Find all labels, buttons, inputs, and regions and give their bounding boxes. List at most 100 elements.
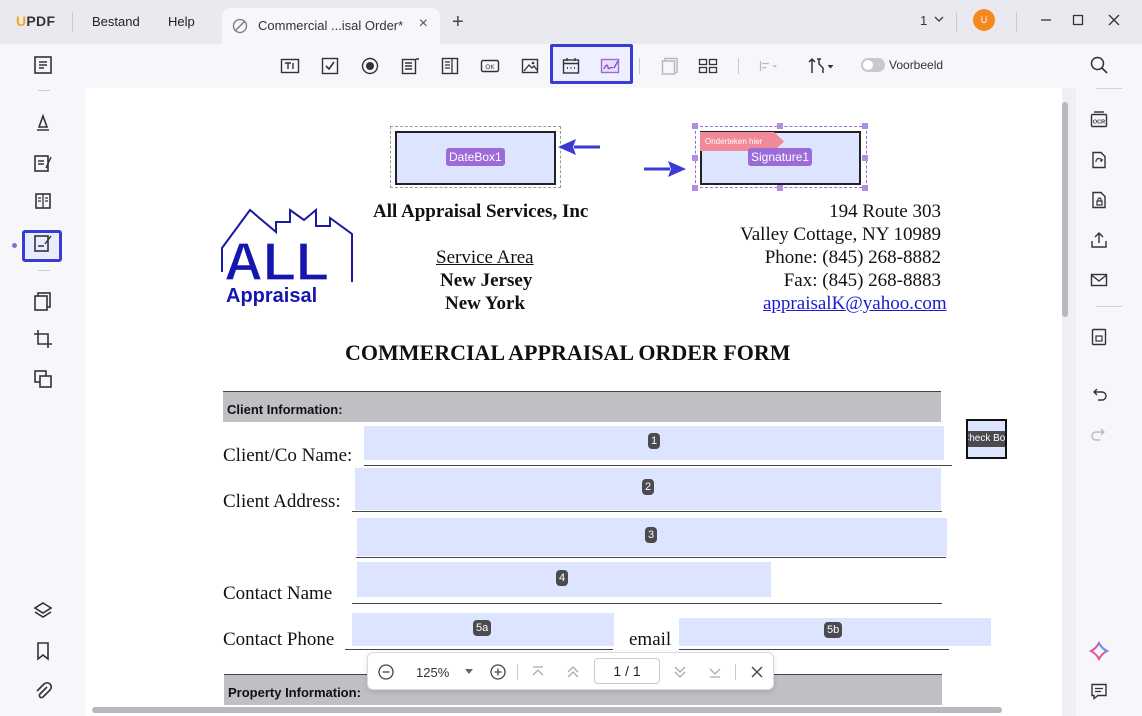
- maximize-icon[interactable]: [1070, 12, 1086, 28]
- avatar[interactable]: U: [973, 9, 995, 31]
- client-info-header: Client Information:: [223, 391, 941, 422]
- mail-icon[interactable]: [1089, 270, 1109, 290]
- document-tab[interactable]: Commercial ...isal Order* ×: [222, 8, 440, 44]
- new-tab-icon[interactable]: +: [452, 11, 464, 34]
- grid-icon[interactable]: [698, 56, 718, 76]
- field-number: 5a: [473, 620, 492, 636]
- menu-bestand[interactable]: Bestand: [92, 14, 140, 29]
- undo-icon[interactable]: [1089, 384, 1109, 404]
- organize-pages-icon[interactable]: [32, 290, 54, 312]
- checkbox-icon[interactable]: [320, 56, 340, 76]
- text-field-icon[interactable]: [280, 56, 300, 76]
- crop-icon[interactable]: [32, 328, 54, 350]
- next-page-icon[interactable]: [671, 663, 689, 681]
- underline: [352, 511, 942, 512]
- horizontal-scrollbar[interactable]: [92, 707, 1002, 713]
- underline: [364, 465, 952, 466]
- resize-handle[interactable]: [777, 123, 783, 129]
- underline: [352, 603, 942, 604]
- form-tools-icon[interactable]: [806, 56, 836, 76]
- fill-sign-icon[interactable]: [32, 232, 54, 254]
- convert-icon[interactable]: [32, 368, 54, 390]
- close-window-icon[interactable]: [1106, 12, 1122, 28]
- divider: [735, 664, 736, 680]
- radio-button-icon[interactable]: [360, 56, 380, 76]
- zoom-dropdown-icon[interactable]: [463, 664, 475, 678]
- right-tool-rail: OCR: [1076, 44, 1142, 716]
- ocr-icon[interactable]: OCR: [1089, 110, 1109, 130]
- zoom-level[interactable]: 125%: [416, 665, 449, 680]
- search-icon[interactable]: [1089, 55, 1109, 75]
- tab-close-icon[interactable]: ×: [419, 15, 428, 33]
- combo-box-icon[interactable]: [400, 56, 420, 76]
- company-name: All Appraisal Services, Inc: [373, 201, 589, 222]
- svg-text:ALL: ALL: [224, 232, 329, 292]
- contact-phone-label: Contact Phone: [223, 629, 335, 650]
- close-zoombar-icon[interactable]: [748, 663, 766, 681]
- menu-help[interactable]: Help: [168, 14, 195, 29]
- align-icon[interactable]: [758, 56, 778, 76]
- form-toolbar: OK Voorbeeld: [86, 44, 1076, 88]
- reader-icon[interactable]: [32, 54, 54, 76]
- vertical-scrollbar[interactable]: [1062, 102, 1068, 317]
- underline: [345, 649, 613, 650]
- resize-handle[interactable]: [692, 155, 698, 161]
- zoom-toolbar: 125% 1 / 1: [367, 652, 774, 690]
- page-indicator[interactable]: 1: [920, 13, 927, 28]
- title-bar: UPDF Bestand Help Commercial ...isal Ord…: [0, 0, 1142, 44]
- divider: [1096, 88, 1122, 89]
- bookmark-icon[interactable]: [32, 640, 54, 662]
- field-number: 1: [648, 433, 661, 449]
- checkbox-label: Check Box: [968, 431, 1005, 447]
- comments-panel-icon[interactable]: [1089, 681, 1109, 701]
- image-field-icon[interactable]: [520, 56, 540, 76]
- page-number-input[interactable]: 1 / 1: [594, 658, 660, 684]
- edit-pdf-icon[interactable]: [32, 152, 54, 174]
- form-title: COMMERCIAL APPRAISAL ORDER FORM: [345, 340, 791, 365]
- active-indicator: [12, 243, 17, 248]
- resize-handle[interactable]: [862, 155, 868, 161]
- convert-file-icon[interactable]: [1089, 150, 1109, 170]
- save-icon[interactable]: [1089, 327, 1109, 347]
- zoom-out-icon[interactable]: [377, 663, 395, 681]
- field-number: 3: [645, 527, 658, 543]
- contact-name-label: Contact Name: [223, 583, 333, 604]
- zoom-in-icon[interactable]: [489, 663, 507, 681]
- last-page-icon[interactable]: [706, 663, 724, 681]
- protect-icon[interactable]: [1089, 190, 1109, 210]
- comment-icon[interactable]: [32, 112, 54, 134]
- list-box-icon[interactable]: [440, 56, 460, 76]
- resize-handle[interactable]: [692, 123, 698, 129]
- preview-toggle[interactable]: [861, 58, 885, 72]
- redo-icon[interactable]: [1089, 424, 1109, 444]
- layers-icon[interactable]: [32, 600, 54, 622]
- minimize-icon[interactable]: [1038, 12, 1054, 28]
- previous-page-icon[interactable]: [564, 663, 582, 681]
- button-icon[interactable]: OK: [480, 56, 500, 76]
- divider: [1016, 12, 1017, 32]
- share-icon[interactable]: [1089, 230, 1109, 250]
- address-line-1: 194 Route 303: [829, 201, 941, 222]
- resize-handle[interactable]: [862, 185, 868, 191]
- divider: [72, 12, 73, 32]
- signature-field-icon[interactable]: [600, 56, 620, 76]
- datebox-label: DateBox1: [446, 148, 505, 166]
- multiple-copies-icon[interactable]: [660, 56, 680, 76]
- client-address-label: Client Address:: [223, 491, 341, 512]
- divider: [38, 270, 50, 271]
- resize-handle[interactable]: [692, 185, 698, 191]
- updf-logo: UPDF: [16, 13, 56, 29]
- tab-title: Commercial ...isal Order*: [258, 18, 404, 33]
- resize-handle[interactable]: [777, 185, 783, 191]
- resize-handle[interactable]: [862, 123, 868, 129]
- field-number: 2: [642, 479, 655, 495]
- first-page-icon[interactable]: [529, 663, 547, 681]
- email-link[interactable]: appraisalK@yahoo.com: [763, 293, 950, 319]
- ai-assistant-icon[interactable]: [1089, 641, 1109, 661]
- prepare-form-icon[interactable]: [32, 190, 54, 212]
- field-number: 4: [556, 570, 569, 586]
- fax-number: Fax: (845) 268-8883: [783, 270, 941, 291]
- date-field-icon[interactable]: [561, 56, 581, 76]
- attachment-icon[interactable]: [32, 680, 54, 702]
- chevron-down-icon[interactable]: [933, 13, 945, 25]
